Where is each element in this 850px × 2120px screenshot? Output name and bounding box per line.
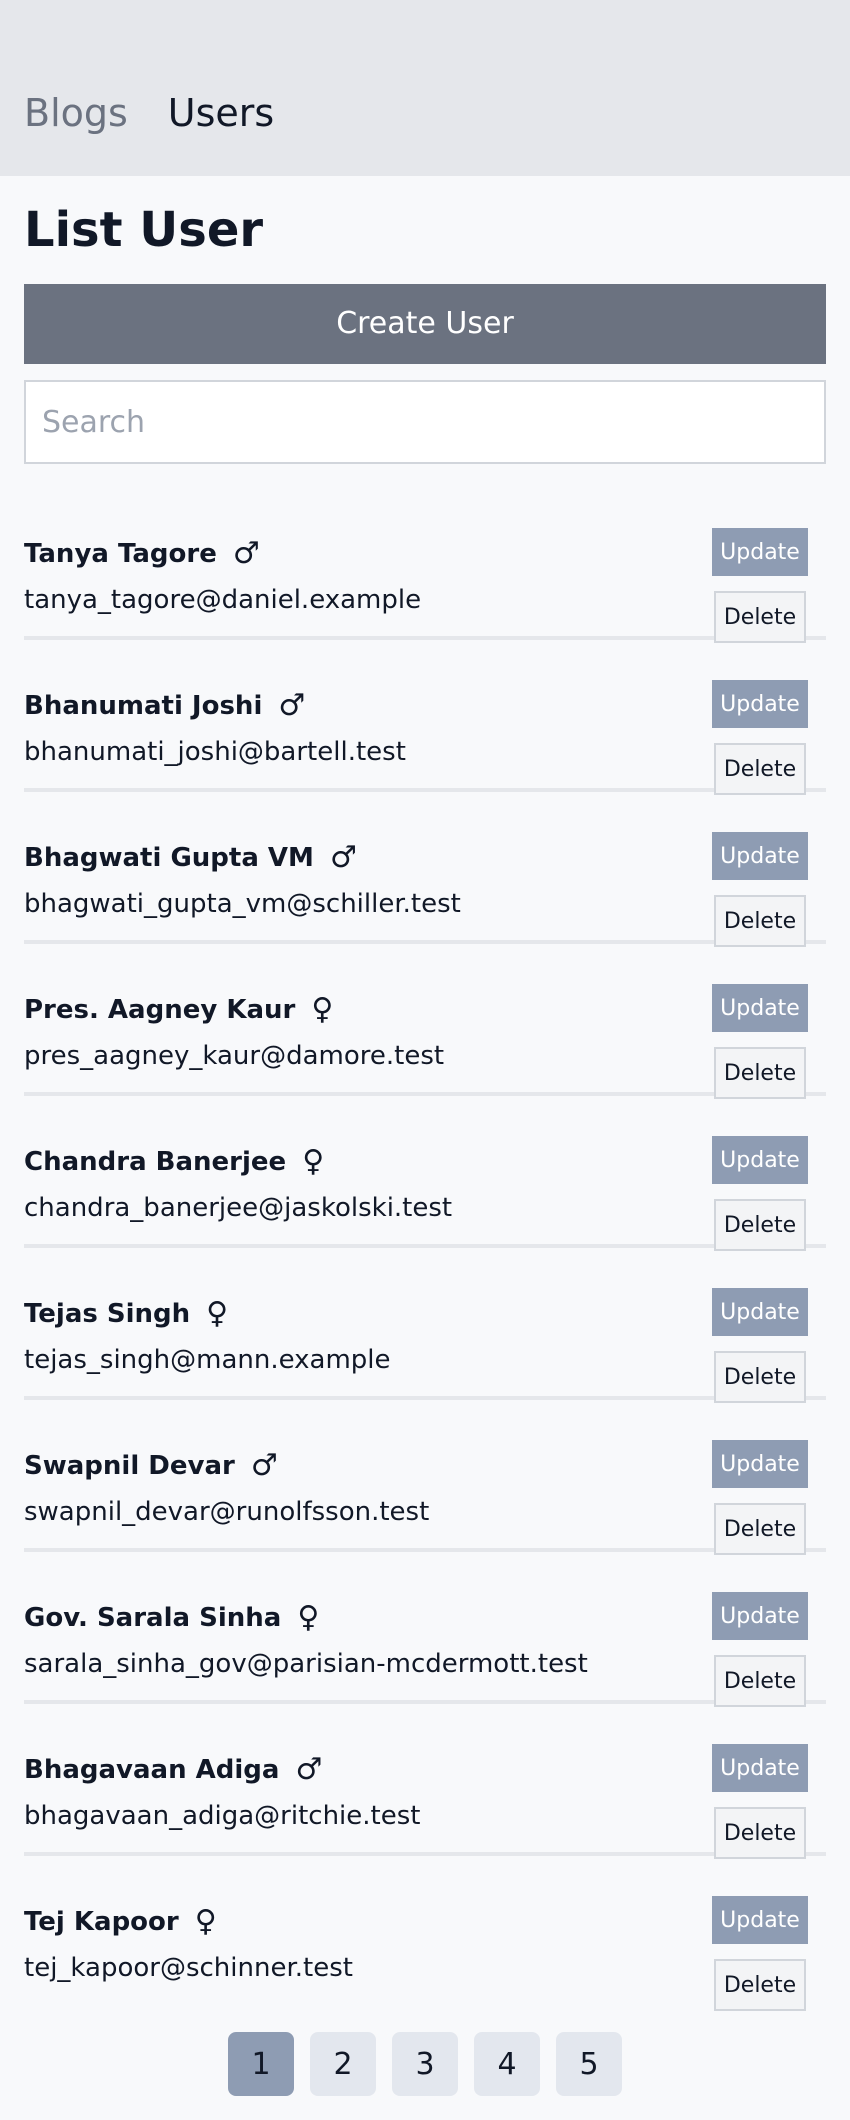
nav-link-users[interactable]: Users [168, 94, 274, 132]
delete-button[interactable]: Delete [714, 895, 806, 947]
update-button[interactable]: Update [712, 528, 808, 576]
user-name-line: Tejas Singh ♀ [24, 1298, 228, 1330]
user-name-line: Tej Kapoor ♀ [24, 1906, 217, 1938]
male-gender-icon: ♂ [329, 840, 357, 875]
update-button[interactable]: Update [712, 1440, 808, 1488]
male-gender-icon: ♂ [232, 536, 260, 571]
user-name-line: Tanya Tagore ♂ [24, 538, 260, 570]
male-gender-icon: ♂ [295, 1752, 323, 1787]
main-content: List User Create User Tanya Tagore ♂ tanya… [0, 202, 850, 2011]
user-name: Pres. Aagney Kaur [24, 995, 296, 1025]
user-email: bhagavaan_adiga@ritchie.test [24, 1801, 421, 1831]
delete-button[interactable]: Delete [714, 1047, 806, 1099]
user-row: Bhagavaan Adiga ♂ bhagavaan_adiga@ritchie.… [24, 1704, 826, 1859]
user-row: Pres. Aagney Kaur ♀ pres_aagney_kaur@damor… [24, 944, 826, 1099]
user-name-line: Bhagavaan Adiga ♂ [24, 1754, 322, 1786]
user-name: Gov. Sarala Sinha [24, 1603, 282, 1633]
user-name-line: Swapnil Devar ♂ [24, 1450, 278, 1482]
male-gender-icon: ♂ [278, 688, 306, 723]
female-gender-icon: ♀ [297, 1600, 320, 1635]
female-gender-icon: ♀ [311, 992, 334, 1027]
male-gender-icon: ♂ [250, 1448, 278, 1483]
delete-button[interactable]: Delete [714, 1503, 806, 1555]
user-row: Tejas Singh ♀ tejas_singh@mann.example Upda… [24, 1248, 826, 1403]
update-button[interactable]: Update [712, 832, 808, 880]
user-row: Tej Kapoor ♀ tej_kapoor@schinner.test Updat… [24, 1856, 826, 2011]
female-gender-icon: ♀ [206, 1296, 229, 1331]
user-list: Tanya Tagore ♂ tanya_tagore@daniel.example… [24, 488, 826, 2011]
page-button-5[interactable]: 5 [556, 2032, 622, 2096]
nav-link-blogs[interactable]: Blogs [24, 94, 128, 132]
user-row: Swapnil Devar ♂ swapnil_devar@runolfsson.t… [24, 1400, 826, 1555]
user-email: tanya_tagore@daniel.example [24, 585, 422, 615]
user-email: bhanumati_joshi@bartell.test [24, 737, 406, 767]
user-email: chandra_banerjee@jaskolski.test [24, 1193, 453, 1223]
female-gender-icon: ♀ [302, 1144, 325, 1179]
update-button[interactable]: Update [712, 1592, 808, 1640]
update-button[interactable]: Update [712, 1288, 808, 1336]
delete-button[interactable]: Delete [714, 591, 806, 643]
update-button[interactable]: Update [712, 680, 808, 728]
user-email: tejas_singh@mann.example [24, 1345, 391, 1375]
page-title: List User [24, 202, 264, 258]
user-email: sarala_sinha_gov@parisian-mcdermott.test [24, 1649, 588, 1679]
delete-button[interactable]: Delete [714, 1959, 806, 2011]
delete-button[interactable]: Delete [714, 743, 806, 795]
delete-button[interactable]: Delete [714, 1351, 806, 1403]
user-name: Tej Kapoor [24, 1907, 179, 1937]
user-email: bhagwati_gupta_vm@schiller.test [24, 889, 461, 919]
user-row: Gov. Sarala Sinha ♀ sarala_sinha_gov@paris… [24, 1552, 826, 1707]
user-name: Chandra Banerjee [24, 1147, 287, 1177]
top-nav: Blogs Users [0, 0, 850, 176]
delete-button[interactable]: Delete [714, 1199, 806, 1251]
user-name: Swapnil Devar [24, 1451, 235, 1481]
user-name: Bhagavaan Adiga [24, 1755, 280, 1785]
user-name-line: Gov. Sarala Sinha ♀ [24, 1602, 319, 1634]
user-name-line: Bhanumati Joshi ♂ [24, 690, 305, 722]
female-gender-icon: ♀ [194, 1904, 217, 1939]
delete-button[interactable]: Delete [714, 1807, 806, 1859]
update-button[interactable]: Update [712, 1136, 808, 1184]
user-email: swapnil_devar@runolfsson.test [24, 1497, 430, 1527]
user-email: pres_aagney_kaur@damore.test [24, 1041, 445, 1071]
user-name: Bhagwati Gupta VM [24, 843, 314, 873]
user-name: Tejas Singh [24, 1299, 191, 1329]
update-button[interactable]: Update [712, 1744, 808, 1792]
user-name: Tanya Tagore [24, 539, 217, 569]
user-name: Bhanumati Joshi [24, 691, 263, 721]
user-row: Bhanumati Joshi ♂ bhanumati_joshi@bartell.… [24, 640, 826, 795]
user-name-line: Bhagwati Gupta VM ♂ [24, 842, 357, 874]
page-button-2[interactable]: 2 [310, 2032, 376, 2096]
user-name-line: Chandra Banerjee ♀ [24, 1146, 324, 1178]
delete-button[interactable]: Delete [714, 1655, 806, 1707]
pagination: 12345 [0, 2032, 850, 2096]
update-button[interactable]: Update [712, 984, 808, 1032]
create-user-button[interactable]: Create User [24, 284, 826, 364]
user-email: tej_kapoor@schinner.test [24, 1953, 353, 1983]
update-button[interactable]: Update [712, 1896, 808, 1944]
user-row: Chandra Banerjee ♀ chandra_banerjee@jaskol… [24, 1096, 826, 1251]
page-button-4[interactable]: 4 [474, 2032, 540, 2096]
page-button-1[interactable]: 1 [228, 2032, 294, 2096]
user-row: Tanya Tagore ♂ tanya_tagore@daniel.example… [24, 488, 826, 643]
search-input[interactable] [24, 380, 826, 464]
user-row: Bhagwati Gupta VM ♂ bhagwati_gupta_vm@schi… [24, 792, 826, 947]
page-button-3[interactable]: 3 [392, 2032, 458, 2096]
user-name-line: Pres. Aagney Kaur ♀ [24, 994, 333, 1026]
